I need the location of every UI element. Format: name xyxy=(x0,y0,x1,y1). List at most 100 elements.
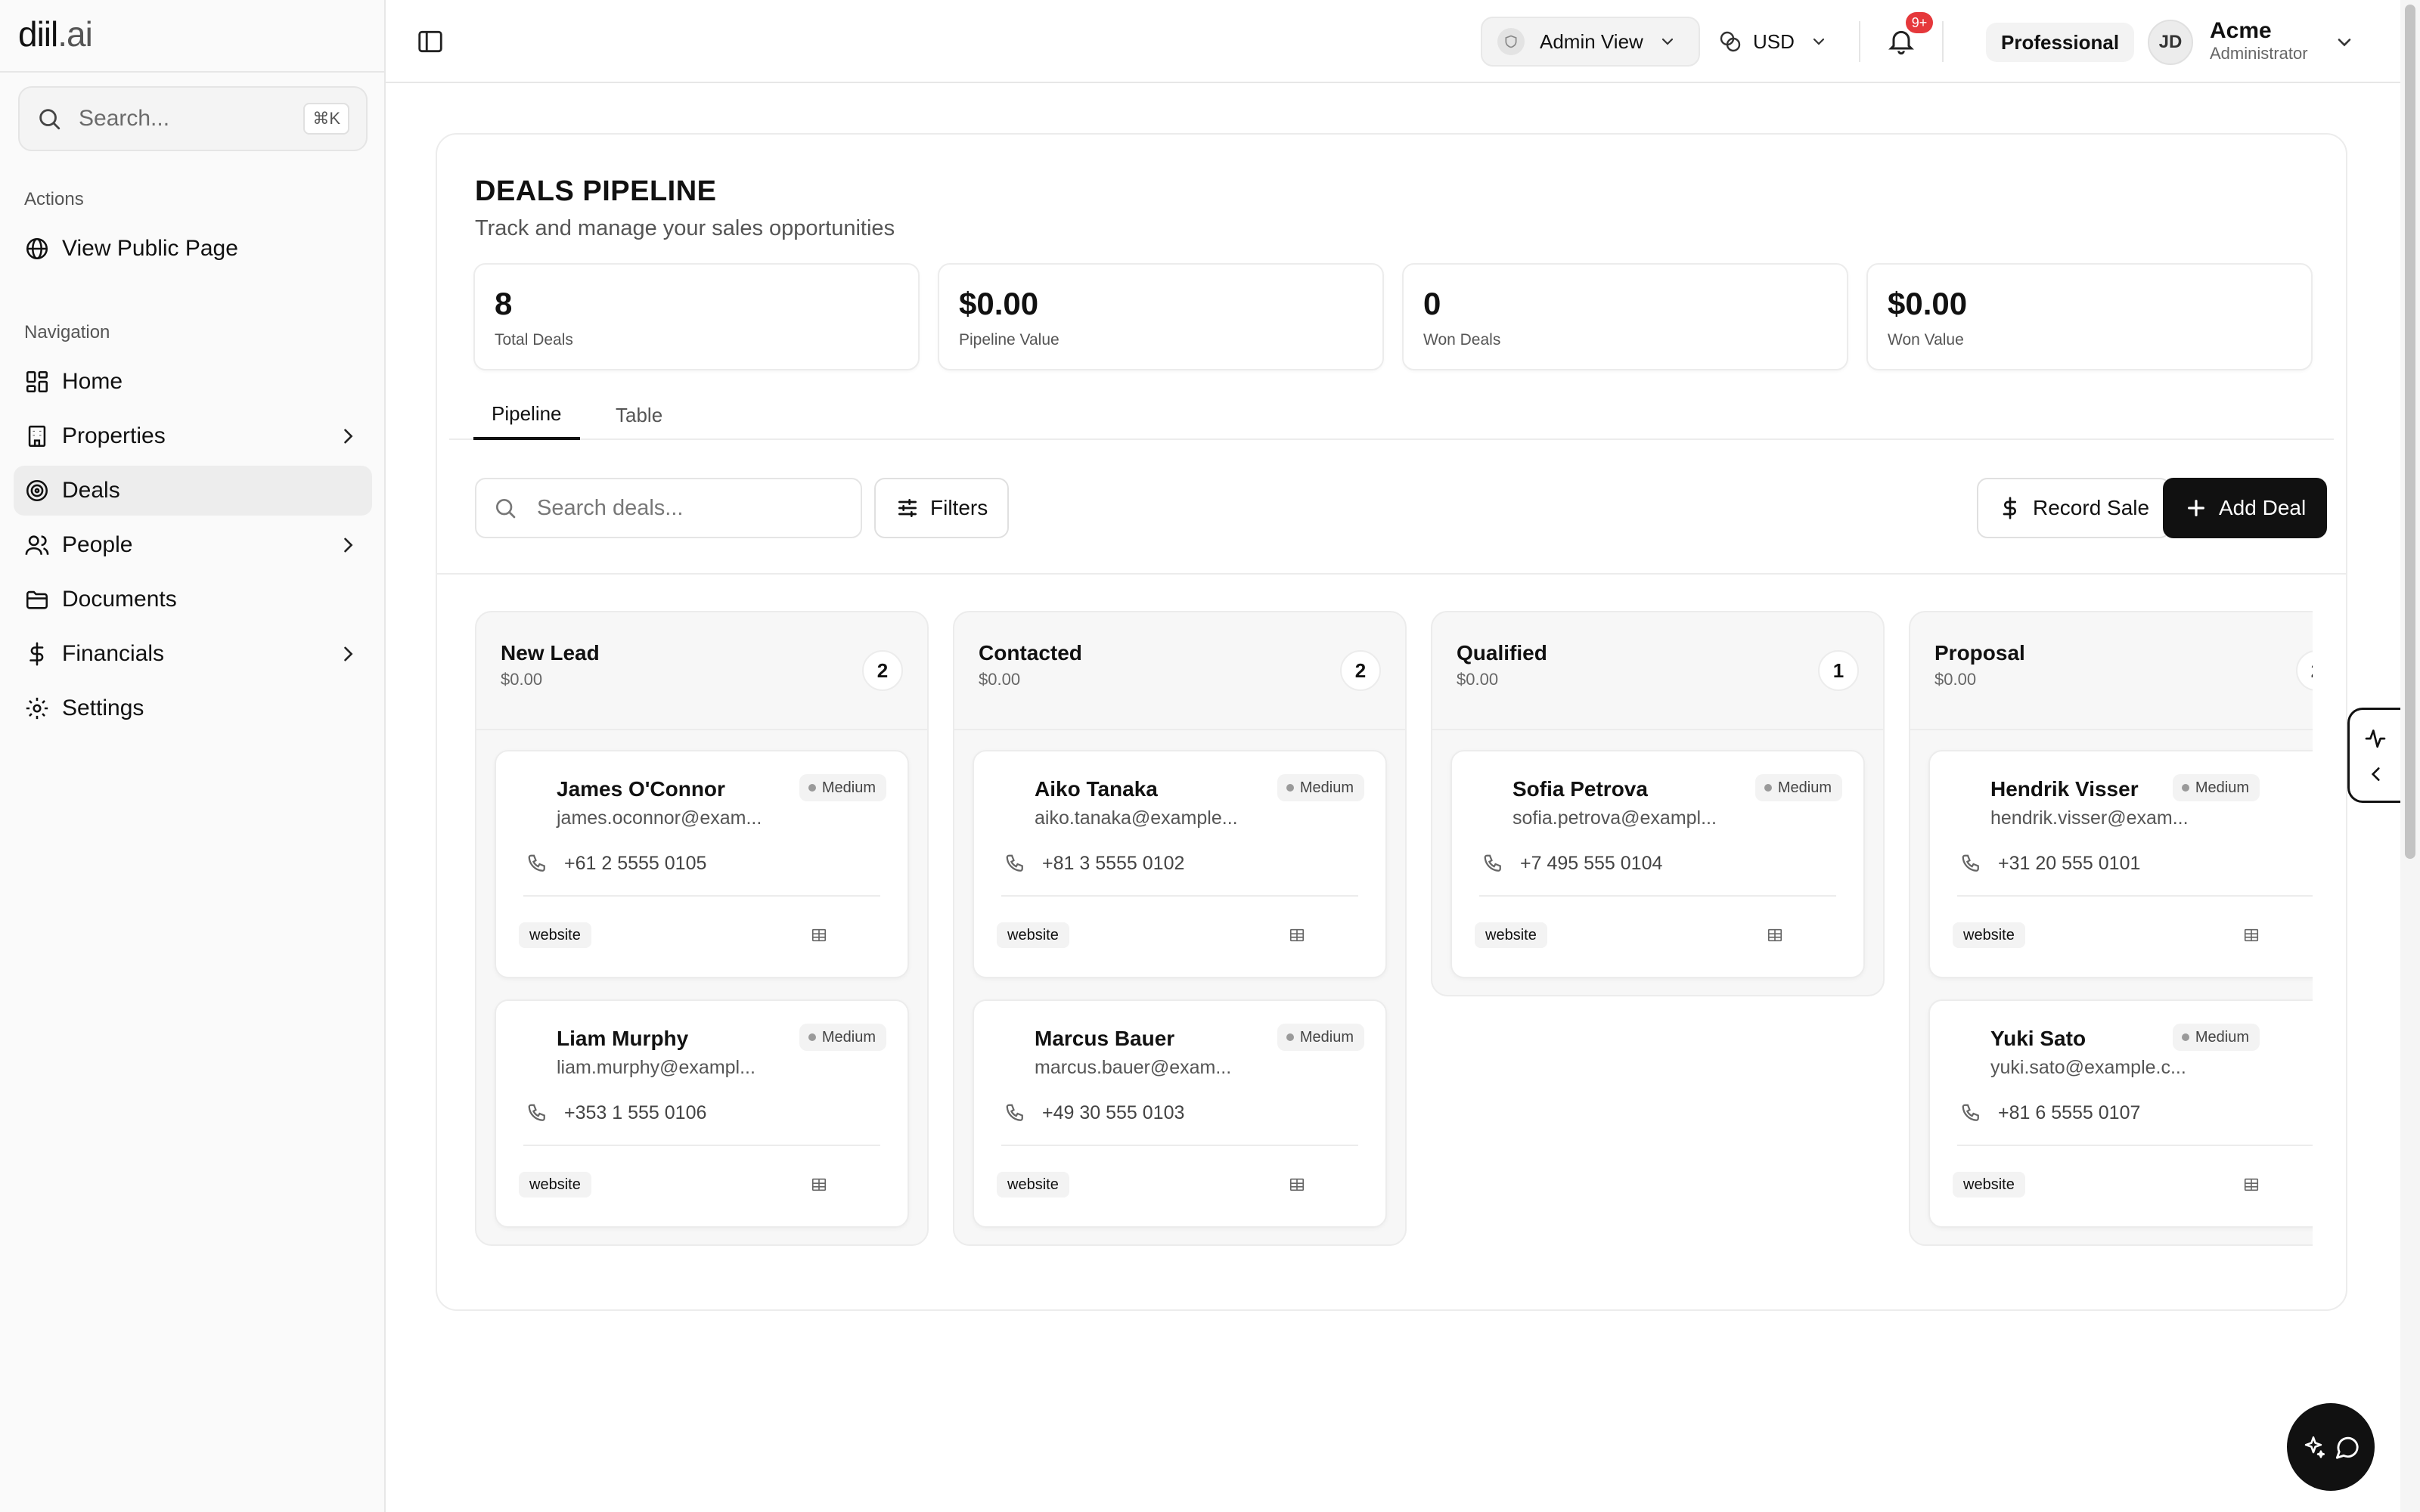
sidebar-item-properties[interactable]: Properties xyxy=(14,411,372,461)
sidebar-item-label: Settings xyxy=(62,696,144,720)
column-value: $0.00 xyxy=(1934,670,1977,689)
app-logo[interactable]: diil.ai xyxy=(18,14,93,54)
table-icon[interactable] xyxy=(1284,922,1310,948)
tab-table[interactable]: Table xyxy=(597,390,681,440)
sidebar-item-label: People xyxy=(62,532,133,557)
chevron-down-icon[interactable] xyxy=(2334,32,2355,53)
scrollbar-thumb[interactable] xyxy=(2405,5,2415,859)
page-scrollbar[interactable] xyxy=(2400,0,2420,1512)
target-icon xyxy=(26,479,48,502)
filters-button[interactable]: Filters xyxy=(874,478,1010,538)
sidebar-item-home[interactable]: Home xyxy=(14,357,372,407)
priority-badge: Medium xyxy=(1277,774,1364,801)
deal-contact-phone: +61 2 5555 0105 xyxy=(564,853,707,874)
priority-badge: Medium xyxy=(2172,1024,2260,1051)
table-icon[interactable] xyxy=(806,922,832,948)
activity-icon xyxy=(2365,730,2386,748)
column-count: 2 xyxy=(862,650,903,691)
column-count: 1 xyxy=(1818,650,1859,691)
priority-dot xyxy=(1764,784,1772,792)
notification-badge: 9+ xyxy=(1906,12,1933,33)
priority-label: Medium xyxy=(1299,1028,1354,1046)
currency-selector[interactable]: USD xyxy=(1718,23,1828,60)
plan-badge: Professional xyxy=(1986,23,2135,62)
users-icon xyxy=(25,535,49,555)
chevron-right-icon xyxy=(344,646,353,662)
table-icon[interactable] xyxy=(1762,922,1788,948)
deal-card[interactable]: Sofia Petrova sofia.petrova@exampl... Me… xyxy=(1450,750,1865,978)
ai-chat-button[interactable] xyxy=(2287,1403,2375,1491)
activity-panel-toggle[interactable] xyxy=(2347,708,2400,803)
table-icon[interactable] xyxy=(2238,922,2264,948)
priority-label: Medium xyxy=(2195,779,2249,796)
sidebar-search[interactable]: Search... ⌘K xyxy=(18,86,368,151)
stat-card-won-value: $0.00 Won Value xyxy=(1866,263,2313,370)
view-tabs: Pipeline Table xyxy=(449,390,2334,440)
stat-card-total-deals: 8 Total Deals xyxy=(473,263,920,370)
priority-badge: Medium xyxy=(1277,1024,1364,1051)
priority-dot xyxy=(808,784,816,792)
source-tag: website xyxy=(997,922,1069,948)
chevron-right-icon xyxy=(344,538,353,553)
phone-icon xyxy=(1962,854,1979,872)
shield-icon xyxy=(1497,28,1525,55)
source-tag: website xyxy=(519,922,591,948)
column-header: Contacted $0.00 2 xyxy=(954,612,1405,730)
table-icon[interactable] xyxy=(806,1172,832,1198)
phone-icon xyxy=(528,854,545,872)
deal-card[interactable]: James O'Connor james.oconnor@exam... Med… xyxy=(495,750,909,978)
table-icon[interactable] xyxy=(2238,1172,2264,1198)
page-subtitle: Track and manage your sales opportunitie… xyxy=(475,216,895,240)
actions-heading: Actions xyxy=(24,189,84,209)
deal-card[interactable]: Marcus Bauer marcus.bauer@exam... Medium… xyxy=(973,999,1387,1228)
phone-icon xyxy=(1962,1104,1979,1121)
column-value: $0.00 xyxy=(1457,670,1499,689)
sidebar-item-label: Properties xyxy=(62,423,166,448)
sidebar-item-label: Documents xyxy=(62,587,177,612)
pipeline-column-contacted: Contacted $0.00 2 Aiko Tanaka aiko.tanak… xyxy=(953,611,1407,1246)
column-header: Proposal $0.00 2 xyxy=(1910,612,2313,730)
deal-contact-name: Sofia Petrova xyxy=(1512,777,1648,801)
avatar[interactable]: JD xyxy=(2148,20,2193,65)
sidebar-item-deals[interactable]: Deals xyxy=(14,466,372,516)
source-tag: website xyxy=(1953,1172,2025,1198)
sidebar-item-financials[interactable]: Financials xyxy=(14,629,372,679)
deal-card[interactable]: Liam Murphy liam.murphy@exampl... Medium… xyxy=(495,999,909,1228)
stat-label: Total Deals xyxy=(495,331,573,349)
search-shortcut: ⌘K xyxy=(303,103,349,135)
deal-contact-phone: +49 30 555 0103 xyxy=(1042,1102,1185,1123)
sparkle-icon xyxy=(2304,1436,2325,1458)
sidebar-item-settings[interactable]: Settings xyxy=(14,683,372,733)
sidebar-toggle-icon[interactable] xyxy=(416,27,445,56)
priority-badge: Medium xyxy=(1754,774,1842,801)
source-tag: website xyxy=(997,1172,1069,1198)
dollar-icon xyxy=(29,642,44,666)
user-name[interactable]: Acme xyxy=(2210,18,2272,44)
deal-contact-email: liam.murphy@exampl... xyxy=(557,1057,755,1078)
deal-card[interactable]: Hendrik Visser hendrik.visser@exam... Me… xyxy=(1928,750,2313,978)
sidebar-item-view-public-page[interactable]: View Public Page xyxy=(14,224,372,274)
deal-card[interactable]: Yuki Sato yuki.sato@example.c... Medium … xyxy=(1928,999,2313,1228)
sidebar-item-documents[interactable]: Documents xyxy=(14,575,372,624)
deal-card[interactable]: Aiko Tanaka aiko.tanaka@example... Mediu… xyxy=(973,750,1387,978)
add-deal-button[interactable]: Add Deal xyxy=(2163,478,2328,538)
tab-pipeline[interactable]: Pipeline xyxy=(473,390,580,440)
sidebar-search-placeholder: Search... xyxy=(79,106,170,131)
deal-search-input[interactable]: Search deals... xyxy=(475,478,862,538)
phone-icon xyxy=(1484,854,1501,872)
column-value: $0.00 xyxy=(979,670,1021,689)
table-icon[interactable] xyxy=(1284,1172,1310,1198)
priority-dot xyxy=(1286,1033,1294,1041)
column-header: New Lead $0.00 2 xyxy=(476,612,927,730)
deal-contact-phone: +81 6 5555 0107 xyxy=(1998,1102,2141,1123)
column-title: New Lead xyxy=(501,641,600,665)
pipeline-column-proposal: Proposal $0.00 2 Hendrik Visser hendrik.… xyxy=(1909,611,2313,1246)
view-switcher[interactable]: Admin View xyxy=(1481,17,1700,67)
sidebar-item-people[interactable]: People xyxy=(14,520,372,570)
record-sale-button[interactable]: Record Sale xyxy=(1977,478,2171,538)
deal-contact-phone: +81 3 5555 0102 xyxy=(1042,853,1185,874)
deal-contact-phone: +7 495 555 0104 xyxy=(1520,853,1663,874)
priority-dot xyxy=(2181,784,2189,792)
stat-label: Won Value xyxy=(1888,331,1964,349)
chevron-down-icon xyxy=(1813,38,1825,45)
